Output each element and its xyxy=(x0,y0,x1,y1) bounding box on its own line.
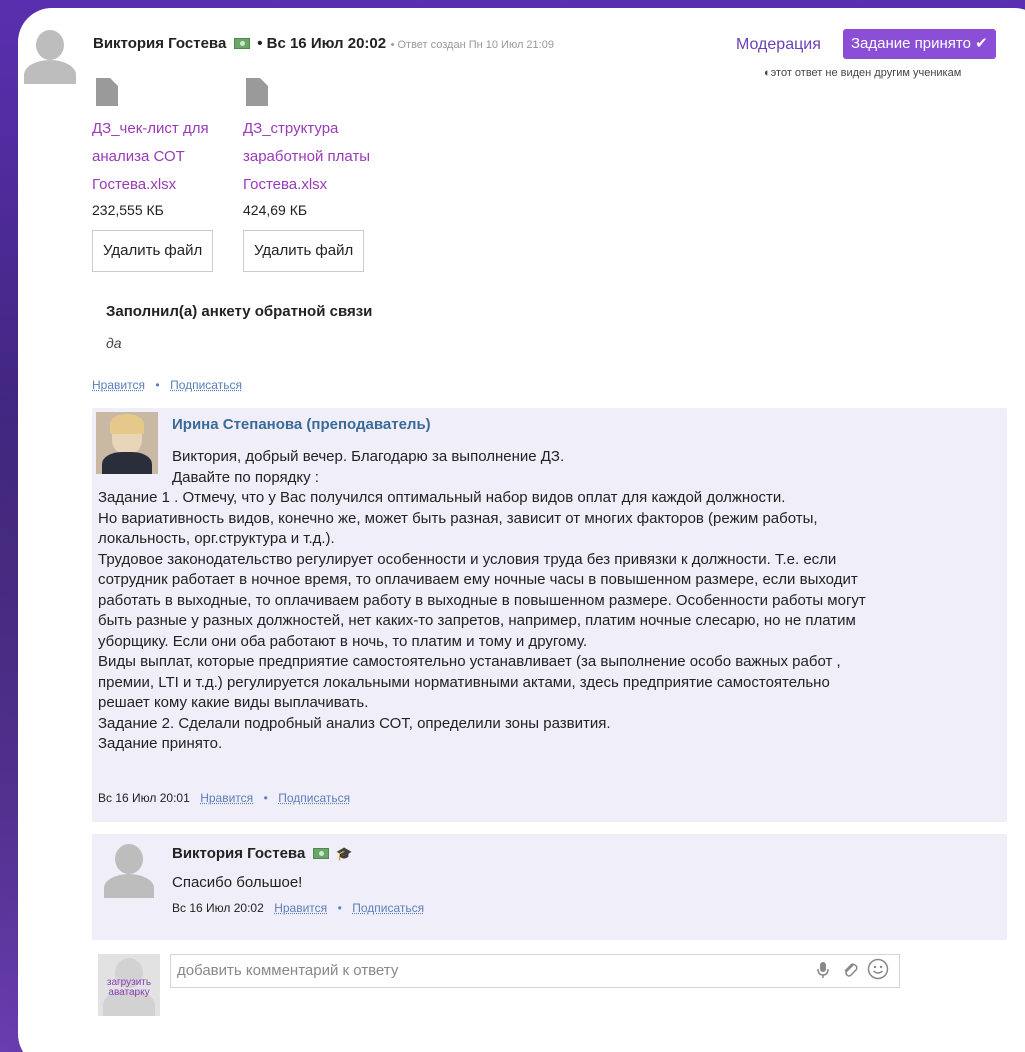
separator: • xyxy=(263,791,268,805)
teacher-text-line-9: быть разные у разных должностей, нет как… xyxy=(98,612,856,629)
reply-date: Вс 16 Июл 20:02 xyxy=(172,901,264,915)
subscribe-link[interactable]: Подписаться xyxy=(170,378,242,392)
upload-avatar-label: загрузить аватарку xyxy=(98,978,160,998)
teacher-text-line-6: Трудовое законодательство регулирует осо… xyxy=(98,550,837,568)
upload-avatar-label-line-2: аватарку xyxy=(108,987,150,998)
feedback-question: Заполнил(а) анкету обратной связи xyxy=(106,303,373,320)
answer-actions: Нравится • Подписаться xyxy=(92,376,242,394)
teacher-text-line-7: сотрудник работает в ночное время, то оп… xyxy=(98,571,858,588)
teacher-text-line-5: локальность, орг.структура и т.д.). xyxy=(98,530,335,547)
file-2-name-line-1[interactable]: ДЗ_структура xyxy=(243,115,370,143)
answer-author[interactable]: Виктория Гостева xyxy=(93,35,226,52)
reply-text: Спасибо большое! xyxy=(172,874,303,891)
graduation-cap-icon: 🎓 xyxy=(336,845,353,861)
subscribe-link[interactable]: Подписаться xyxy=(278,791,350,805)
teacher-text-line-11: Виды выплат, которые предприятие самосто… xyxy=(98,653,841,670)
emoji-icon[interactable] xyxy=(867,958,889,985)
teacher-text-line-15: Задание принято. xyxy=(98,735,223,752)
student-reply: Виктория Гостева 🎓 Спасибо большое! Вс 1… xyxy=(92,834,1007,940)
accepted-button[interactable]: Задание принято ✔ xyxy=(843,29,996,59)
reply-avatar xyxy=(102,842,156,898)
teacher-text-line-14: Задание 2. Сделали подробный анализ СОТ,… xyxy=(98,714,611,732)
eye-off-icon: ◐ xyxy=(764,67,771,79)
teacher-text-line-3: Задание 1 . Отмечу, что у Вас получился … xyxy=(98,489,786,506)
feedback-answer: да xyxy=(106,335,122,351)
file-1-size: 232,555 КБ xyxy=(92,202,164,218)
file-1[interactable]: ДЗ_чек-лист для анализа СОТ Гостева.xlsx… xyxy=(92,115,209,218)
money-icon xyxy=(233,38,250,50)
teacher-text-line-12: премии, LTI и т.д.) регулируется локальн… xyxy=(98,673,830,691)
file-1-name-line-1[interactable]: ДЗ_чек-лист для xyxy=(92,115,209,143)
comment-input-box xyxy=(170,954,900,988)
file-2[interactable]: ДЗ_структура заработной платы Гостева.xl… xyxy=(243,115,370,218)
file-2-size: 424,69 КБ xyxy=(243,202,308,218)
teacher-text-line-2: Давайте по порядку : xyxy=(172,469,319,486)
answer-date: • Вс 16 Июл 20:02 xyxy=(257,35,387,52)
teacher-comment-meta: Вс 16 Июл 20:01 Нравится • Подписаться xyxy=(98,789,350,807)
like-link[interactable]: Нравится xyxy=(274,901,327,915)
reply-meta: Вс 16 Июл 20:02 Нравится • Подписаться xyxy=(172,899,424,917)
subscribe-link[interactable]: Подписаться xyxy=(352,901,424,915)
file-1-name-line-2[interactable]: анализа СОТ xyxy=(92,143,209,171)
answer-header: Виктория Гостева • Вс 16 Июл 20:02 • Отв… xyxy=(93,35,554,53)
delete-file-2-button[interactable]: Удалить файл xyxy=(243,230,365,272)
teacher-text-line-13: решает кому какие виды выплачивать. xyxy=(98,694,369,711)
reply-header: Виктория Гостева 🎓 xyxy=(172,845,352,863)
like-link[interactable]: Нравится xyxy=(200,791,253,805)
comment-input[interactable] xyxy=(171,955,771,985)
teacher-comment-date: Вс 16 Июл 20:01 xyxy=(98,791,190,805)
file-icon xyxy=(96,78,118,106)
check-icon: ✔ xyxy=(975,35,988,52)
file-2-name-line-3[interactable]: Гостева.xlsx xyxy=(243,171,370,199)
separator: • xyxy=(337,901,342,915)
teacher-name[interactable]: Ирина Степанова (преподаватель) xyxy=(172,416,431,433)
hidden-note: ◐этот ответ не виден другим ученикам xyxy=(764,67,961,79)
answer-card: Виктория Гостева • Вс 16 Июл 20:02 • Отв… xyxy=(18,8,1025,1052)
paperclip-icon[interactable] xyxy=(841,961,859,984)
teacher-text-line-4: Но вариативность видов, конечно же, може… xyxy=(98,509,818,527)
teacher-comment: Ирина Степанова (преподаватель) Виктория… xyxy=(92,408,1007,822)
file-1-name-line-3[interactable]: Гостева.xlsx xyxy=(92,171,209,199)
answer-created-note: • Ответ создан Пн 10 Июл 21:09 xyxy=(390,39,554,51)
teacher-text-body: Задание 1 . Отмечу, что у Вас получился … xyxy=(98,488,1003,755)
delete-file-1-button[interactable]: Удалить файл xyxy=(92,230,214,272)
money-icon xyxy=(312,848,329,860)
teacher-avatar xyxy=(96,412,158,474)
reply-author[interactable]: Виктория Гостева xyxy=(172,845,305,862)
file-2-name-line-2[interactable]: заработной платы xyxy=(243,143,370,171)
microphone-icon[interactable] xyxy=(817,961,829,984)
separator: • xyxy=(155,378,160,392)
like-link[interactable]: Нравится xyxy=(92,378,145,392)
file-icon xyxy=(246,78,268,106)
moderation-button[interactable]: Модерация xyxy=(736,36,821,54)
teacher-text-line-1: Виктория, добрый вечер. Благодарю за вып… xyxy=(172,448,565,465)
accepted-label: Задание принято xyxy=(851,35,971,52)
author-avatar xyxy=(22,26,78,84)
upload-avatar[interactable]: загрузить аватарку xyxy=(98,954,160,1016)
teacher-text-line-8: работать в выходные, то оплачиваем работ… xyxy=(98,591,866,609)
teacher-text-line-10: уборщику. Если они оба работают в ночь, … xyxy=(98,632,587,650)
hidden-note-text: этот ответ не виден другим ученикам xyxy=(770,67,962,79)
